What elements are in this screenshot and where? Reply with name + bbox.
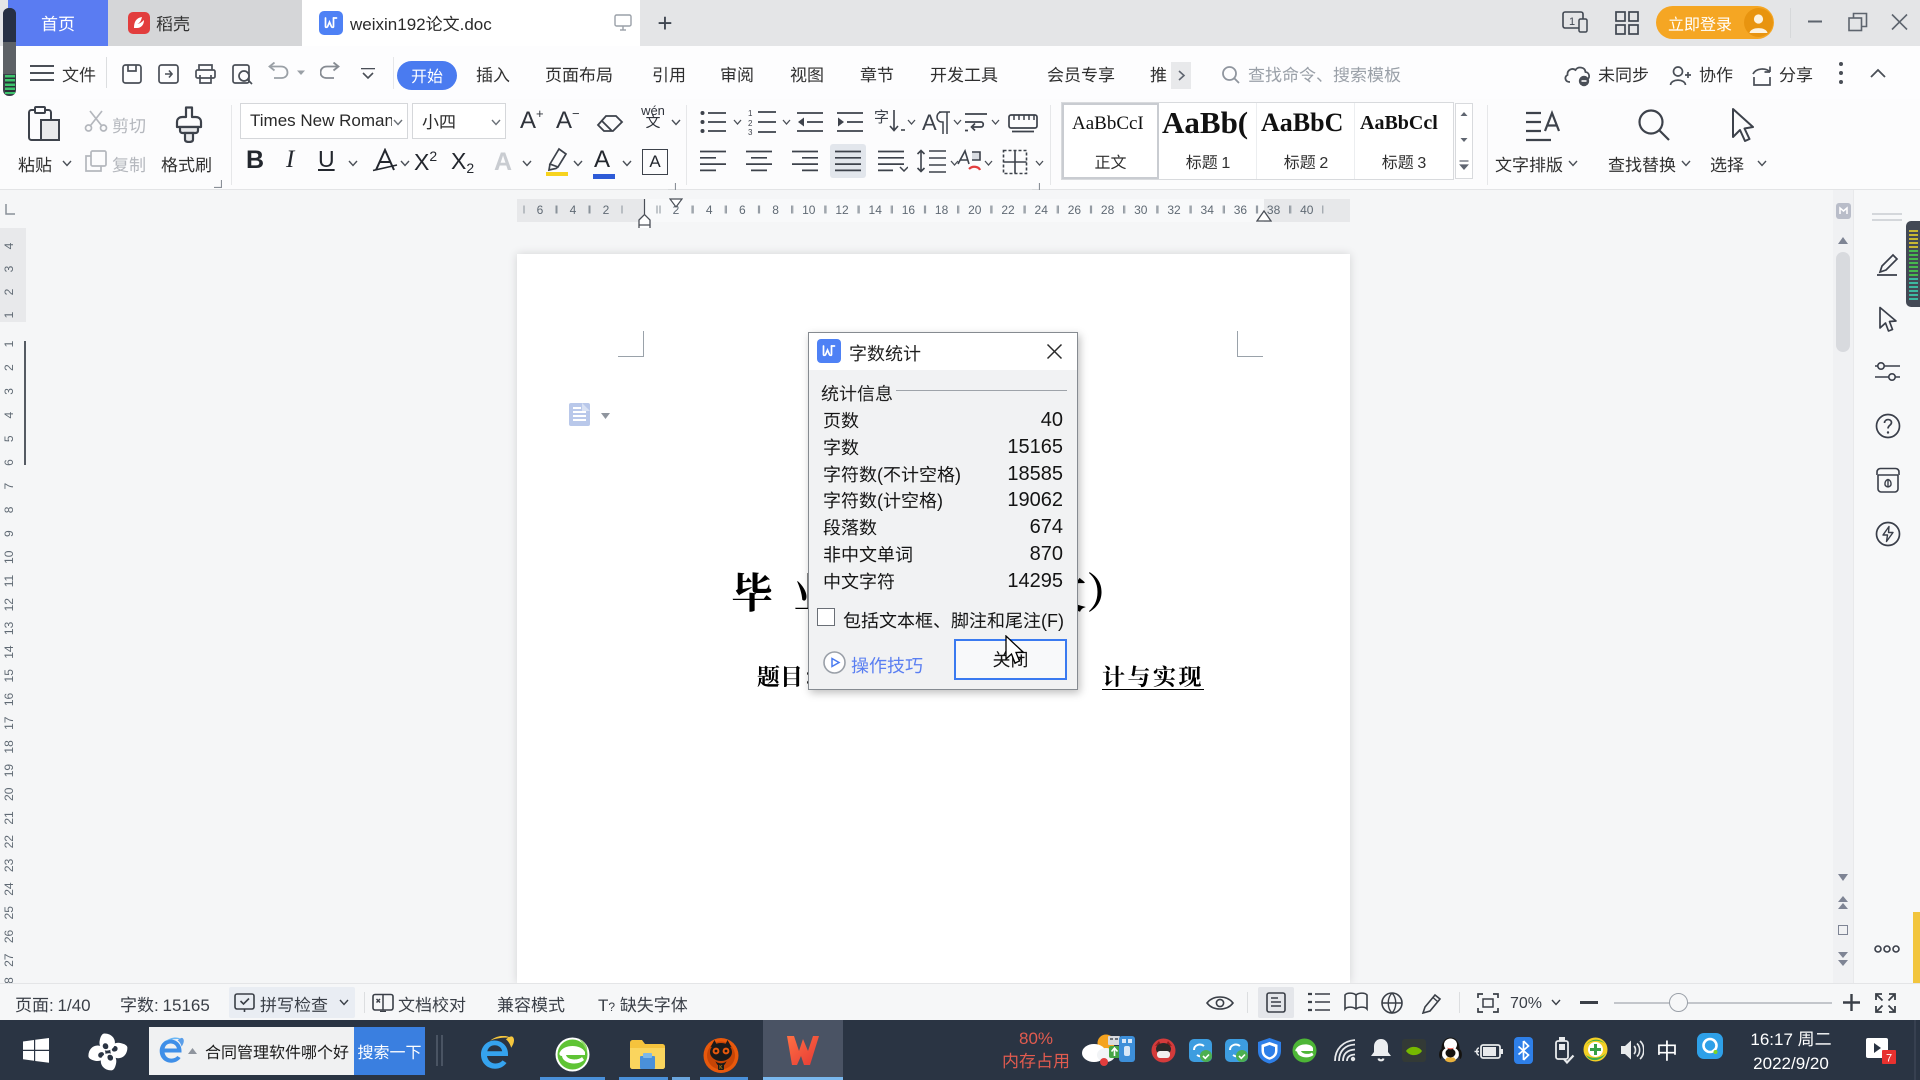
svg-text:2: 2	[748, 119, 753, 128]
svg-text:6: 6	[2, 459, 16, 466]
svg-text:2: 2	[2, 364, 16, 371]
svg-text:A: A	[922, 110, 937, 135]
svg-text:10: 10	[2, 550, 16, 564]
svg-text:11: 11	[2, 574, 16, 587]
svg-text:1: 1	[1569, 16, 1575, 28]
svg-text:2: 2	[603, 203, 610, 217]
svg-text:8: 8	[2, 506, 16, 513]
svg-text:12: 12	[835, 203, 849, 217]
svg-text:3: 3	[2, 265, 16, 272]
svg-text:24: 24	[1035, 203, 1049, 217]
svg-text:5: 5	[2, 435, 16, 442]
svg-text:3: 3	[2, 388, 16, 395]
svg-text:24: 24	[2, 882, 16, 896]
svg-text:4: 4	[2, 411, 16, 418]
svg-text:1: 1	[748, 109, 753, 118]
svg-text:26: 26	[2, 930, 16, 944]
svg-text:27: 27	[2, 953, 16, 967]
svg-text:4: 4	[706, 203, 713, 217]
svg-text:7: 7	[2, 483, 16, 490]
svg-text:3: 3	[748, 128, 753, 136]
svg-text:1: 1	[2, 340, 16, 347]
svg-text:10: 10	[802, 203, 816, 217]
svg-text:18: 18	[2, 740, 16, 754]
svg-text:28: 28	[1101, 203, 1115, 217]
svg-text:4: 4	[570, 203, 577, 217]
svg-text:40: 40	[1300, 203, 1314, 217]
svg-text:字: 字	[874, 108, 889, 127]
svg-text:7: 7	[1886, 1053, 1892, 1065]
svg-text:13: 13	[2, 621, 16, 635]
svg-text:21: 21	[2, 811, 16, 825]
svg-text:14: 14	[2, 645, 16, 659]
svg-text:25: 25	[2, 906, 16, 920]
svg-text:9: 9	[2, 530, 16, 537]
svg-text:16: 16	[902, 203, 916, 217]
svg-text:23: 23	[2, 858, 16, 872]
svg-text:19: 19	[2, 764, 16, 778]
svg-text:15: 15	[2, 669, 16, 683]
svg-text:6: 6	[537, 203, 544, 217]
svg-text:6: 6	[739, 203, 746, 217]
svg-text:32: 32	[1167, 203, 1181, 217]
svg-text:8: 8	[772, 203, 779, 217]
svg-text:16: 16	[2, 693, 16, 707]
svg-text:26: 26	[1068, 203, 1082, 217]
svg-text:20: 20	[2, 787, 16, 801]
svg-text:12: 12	[2, 598, 16, 612]
svg-text:18: 18	[935, 203, 949, 217]
svg-text:17: 17	[2, 716, 16, 730]
svg-text:14: 14	[869, 203, 883, 217]
svg-text:36: 36	[1234, 203, 1248, 217]
svg-text:1: 1	[2, 311, 16, 318]
svg-text:22: 22	[2, 835, 16, 849]
svg-text:4: 4	[2, 242, 16, 249]
svg-text:20: 20	[968, 203, 982, 217]
svg-text:2: 2	[2, 288, 16, 295]
svg-text:34: 34	[1201, 203, 1215, 217]
svg-text:30: 30	[1134, 203, 1148, 217]
svg-text:22: 22	[1001, 203, 1015, 217]
